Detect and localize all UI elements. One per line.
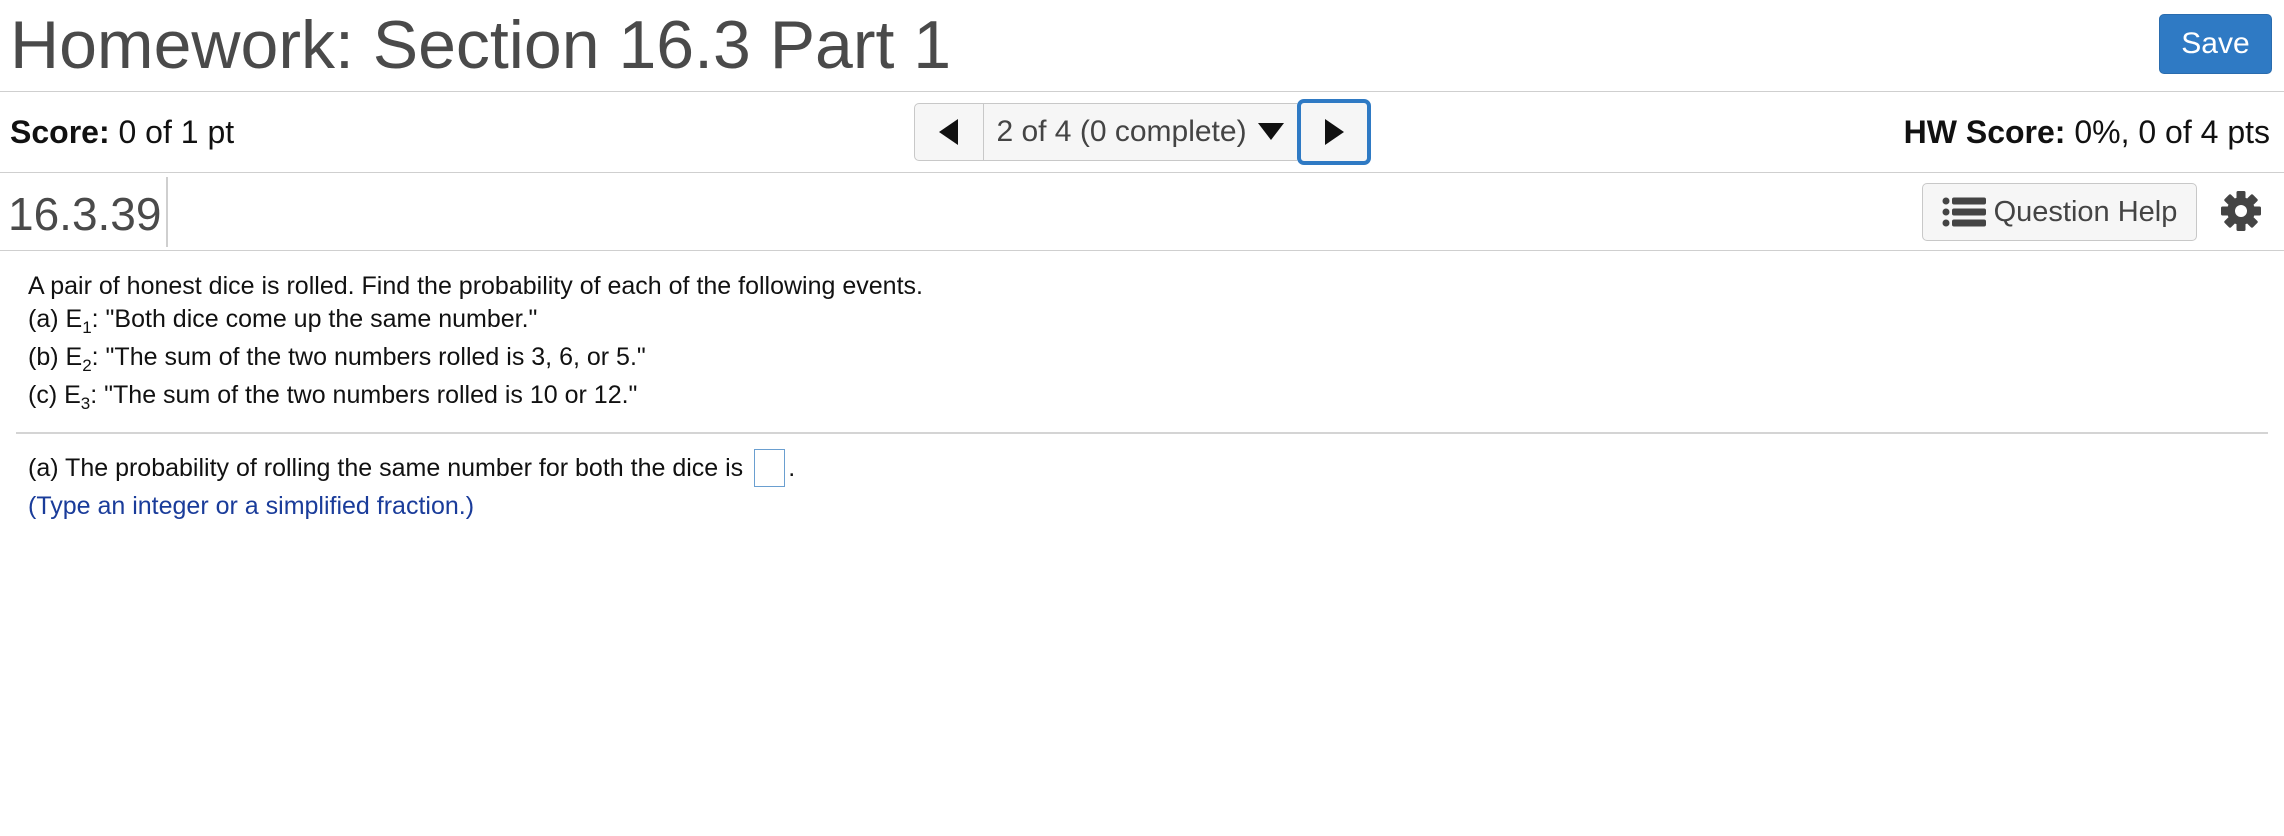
question-navigator: 2 of 4 (0 complete) <box>914 99 1371 165</box>
event-prefix: (b) E <box>28 343 83 371</box>
question-number: 16.3.39 <box>8 188 162 240</box>
triangle-left-icon <box>939 119 958 145</box>
event-item: (b) E2: "The sum of the two numbers roll… <box>28 341 923 379</box>
event-subscript: 3 <box>80 394 91 413</box>
title-bar: Homework: Section 16.3 Part 1 Save <box>0 0 2284 92</box>
event-item: (c) E3: "The sum of the two numbers roll… <box>28 379 923 417</box>
event-prefix: (a) E <box>28 305 83 333</box>
answer-hint: (Type an integer or a simplified fractio… <box>28 492 475 520</box>
question-intro: A pair of honest dice is rolled. Find th… <box>28 272 923 300</box>
save-button[interactable]: Save <box>2159 14 2272 74</box>
answer-line: (a) The probability of rolling the same … <box>28 449 796 487</box>
divider <box>166 177 168 247</box>
hw-score-label: HW Score: <box>1903 114 2066 150</box>
event-item: (a) E1: "Both dice come up the same numb… <box>28 303 923 341</box>
event-text: : "Both dice come up the same number." <box>91 305 538 333</box>
question-select-dropdown[interactable]: 2 of 4 (0 complete) <box>984 103 1297 161</box>
divider <box>16 432 2268 434</box>
answer-area: (a) The probability of rolling the same … <box>28 449 796 523</box>
previous-question-button[interactable] <box>914 103 984 161</box>
question-help-button[interactable]: Question Help <box>1922 183 2197 241</box>
next-question-button[interactable] <box>1297 99 1371 165</box>
answer-input[interactable] <box>754 449 786 487</box>
score: Score: 0 of 1 pt <box>10 114 234 151</box>
gear-icon[interactable] <box>2220 190 2262 232</box>
question-position: 2 of 4 (0 complete) <box>996 115 1247 148</box>
score-value: 0 of 1 pt <box>118 114 235 150</box>
event-text: : "The sum of the two numbers rolled is … <box>91 343 646 371</box>
caret-down-icon <box>1257 115 1285 149</box>
event-subscript: 1 <box>82 318 92 337</box>
score-label: Score: <box>10 114 110 150</box>
event-subscript: 2 <box>82 356 92 375</box>
question-help-label: Question Help <box>1993 195 2178 228</box>
question-text: A pair of honest dice is rolled. Find th… <box>28 270 923 417</box>
hw-score: HW Score: 0%, 0 of 4 pts <box>1904 114 2270 151</box>
score-bar: Score: 0 of 1 pt 2 of 4 (0 complete) HW … <box>0 92 2284 173</box>
answer-suffix: . <box>788 453 796 482</box>
list-icon <box>1942 196 1988 228</box>
hw-score-value: 0%, 0 of 4 pts <box>2074 114 2270 150</box>
answer-prompt: (a) The probability of rolling the same … <box>28 453 744 482</box>
question-header: 16.3.39 Question Help <box>0 173 2284 251</box>
event-text: : "The sum of the two numbers rolled is … <box>90 381 638 409</box>
triangle-right-icon <box>1325 119 1344 145</box>
event-prefix: (c) E <box>28 381 81 409</box>
page-title: Homework: Section 16.3 Part 1 <box>10 7 952 83</box>
